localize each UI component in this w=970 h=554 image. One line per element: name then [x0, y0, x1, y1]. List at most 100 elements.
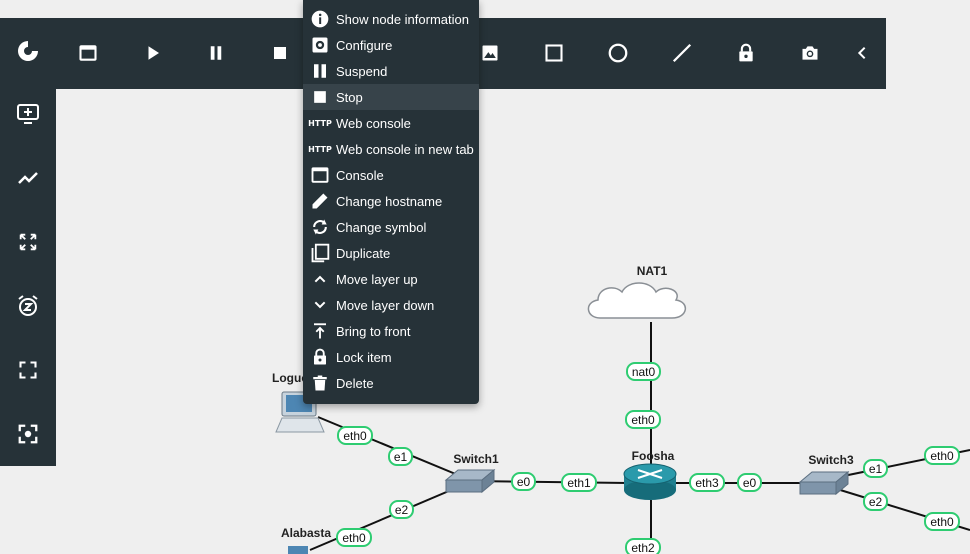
stop-all-button[interactable] — [258, 33, 302, 73]
alabasta-label: Alabasta — [281, 526, 331, 540]
stop-icon — [310, 87, 330, 107]
add-screen-icon — [17, 104, 39, 124]
switch3-node[interactable]: Switch3 — [798, 453, 854, 496]
gns3-chameleon-icon — [18, 41, 38, 61]
svg-text:e0: e0 — [743, 476, 757, 490]
fullscreen-icon — [19, 361, 37, 379]
menu-item-web-console-new-tab[interactable]: HTTP Web console in new tab — [303, 136, 479, 162]
menu-item-label: Change symbol — [336, 219, 427, 235]
port-label: eth0 — [924, 446, 960, 465]
port-label: e2 — [389, 500, 414, 519]
svg-text:eth0: eth0 — [343, 429, 367, 443]
menu-item-delete[interactable]: Delete — [303, 370, 479, 396]
fit-to-screen-button[interactable] — [6, 222, 50, 262]
keyboard-icon — [275, 417, 325, 433]
lock-all-button[interactable] — [724, 33, 768, 73]
port-label: e0 — [737, 473, 762, 492]
gns3-logo-button[interactable] — [6, 31, 50, 71]
link-line-icon — [18, 172, 38, 184]
snooze-button[interactable] — [6, 286, 50, 326]
draw-line-button[interactable] — [660, 33, 704, 73]
menu-item-duplicate[interactable]: Duplicate — [303, 240, 479, 266]
left-toolbar — [0, 18, 56, 466]
cloud-icon — [587, 282, 686, 319]
bring-front-icon — [310, 321, 330, 341]
rectangle-icon — [545, 44, 563, 62]
pause-icon — [310, 61, 330, 81]
pause-icon — [210, 46, 222, 60]
chevron-up-icon — [310, 269, 330, 289]
port-label: eth0 — [336, 528, 372, 547]
port-label: eth0 — [337, 426, 373, 445]
menu-item-bring-to-front[interactable]: Bring to front — [303, 318, 479, 344]
menu-item-label: Web console in new tab — [336, 141, 474, 157]
stop-icon — [274, 47, 286, 59]
http-icon: HTTP — [308, 144, 332, 154]
copy-icon — [310, 243, 330, 263]
svg-text:e0: e0 — [517, 475, 531, 489]
chevron-down-icon — [310, 295, 330, 315]
menu-item-label: Move layer down — [336, 297, 435, 313]
port-label: eth0 — [625, 410, 661, 429]
menu-item-label: Web console — [336, 115, 411, 131]
menu-item-label: Delete — [336, 375, 374, 391]
collapse-toolbar-button[interactable] — [840, 33, 884, 73]
menu-item-move-layer-up[interactable]: Move layer up — [303, 266, 479, 292]
port-label: e0 — [511, 472, 536, 491]
chevron-left-icon — [857, 46, 866, 60]
suspend-all-button[interactable] — [194, 33, 238, 73]
add-link-button[interactable] — [6, 158, 50, 198]
window-icon — [79, 45, 97, 61]
menu-item-label: Configure — [336, 37, 393, 53]
port-label: nat0 — [626, 362, 661, 381]
menu-item-suspend[interactable]: Suspend — [303, 58, 479, 84]
svg-text:eth0: eth0 — [631, 413, 655, 427]
menu-item-label: Suspend — [336, 63, 388, 79]
port-label: eth3 — [689, 473, 725, 492]
draw-rectangle-button[interactable] — [532, 33, 576, 73]
menu-item-label: Duplicate — [336, 245, 391, 261]
svg-text:e1: e1 — [869, 462, 883, 476]
menu-item-label: Lock item — [336, 349, 392, 365]
port-label: eth2 — [625, 538, 661, 554]
menu-item-label: Stop — [336, 89, 363, 105]
menu-item-move-layer-down[interactable]: Move layer down — [303, 292, 479, 318]
svg-text:eth1: eth1 — [567, 476, 591, 490]
svg-text:e2: e2 — [395, 503, 409, 517]
menu-item-stop[interactable]: Stop — [303, 84, 479, 110]
svg-text:e1: e1 — [394, 450, 408, 464]
port-label: e1 — [863, 459, 888, 478]
lock-icon — [310, 347, 330, 367]
fullscreen-button[interactable] — [6, 350, 50, 390]
switch1-label: Switch1 — [453, 452, 499, 466]
draw-ellipse-button[interactable] — [596, 33, 640, 73]
sync-icon — [310, 217, 330, 237]
center-view-button[interactable] — [6, 414, 50, 454]
node-context-menu: Show node information Configure Suspend … — [303, 0, 479, 404]
computer-icon — [288, 546, 308, 554]
svg-text:eth0: eth0 — [342, 531, 366, 545]
add-device-button[interactable] — [6, 94, 50, 134]
menu-item-configure[interactable]: Configure — [303, 32, 479, 58]
menu-item-change-symbol[interactable]: Change symbol — [303, 214, 479, 240]
menu-item-show-node-information[interactable]: Show node information — [303, 6, 479, 32]
foosha-node[interactable]: Foosha — [623, 449, 677, 500]
svg-text:eth0: eth0 — [930, 449, 954, 463]
svg-text:nat0: nat0 — [632, 365, 656, 379]
console-all-button[interactable] — [66, 33, 110, 73]
start-all-button[interactable] — [131, 33, 175, 73]
menu-item-console[interactable]: Console — [303, 162, 479, 188]
circle-icon — [608, 43, 628, 63]
nat1-label: NAT1 — [637, 264, 668, 278]
port-label: eth0 — [924, 512, 960, 531]
nat1-node[interactable]: NAT1 — [587, 264, 686, 319]
switch1-node[interactable]: Switch1 — [444, 452, 499, 494]
screenshot-button[interactable] — [788, 33, 832, 73]
alabasta-node[interactable]: Alabasta — [281, 526, 331, 554]
menu-item-change-hostname[interactable]: Change hostname — [303, 188, 479, 214]
menu-item-lock-item[interactable]: Lock item — [303, 344, 479, 370]
switch3-label: Switch3 — [808, 453, 854, 467]
info-icon — [310, 9, 330, 29]
menu-item-web-console[interactable]: HTTP Web console — [303, 110, 479, 136]
fit-arrows-icon — [19, 233, 37, 251]
